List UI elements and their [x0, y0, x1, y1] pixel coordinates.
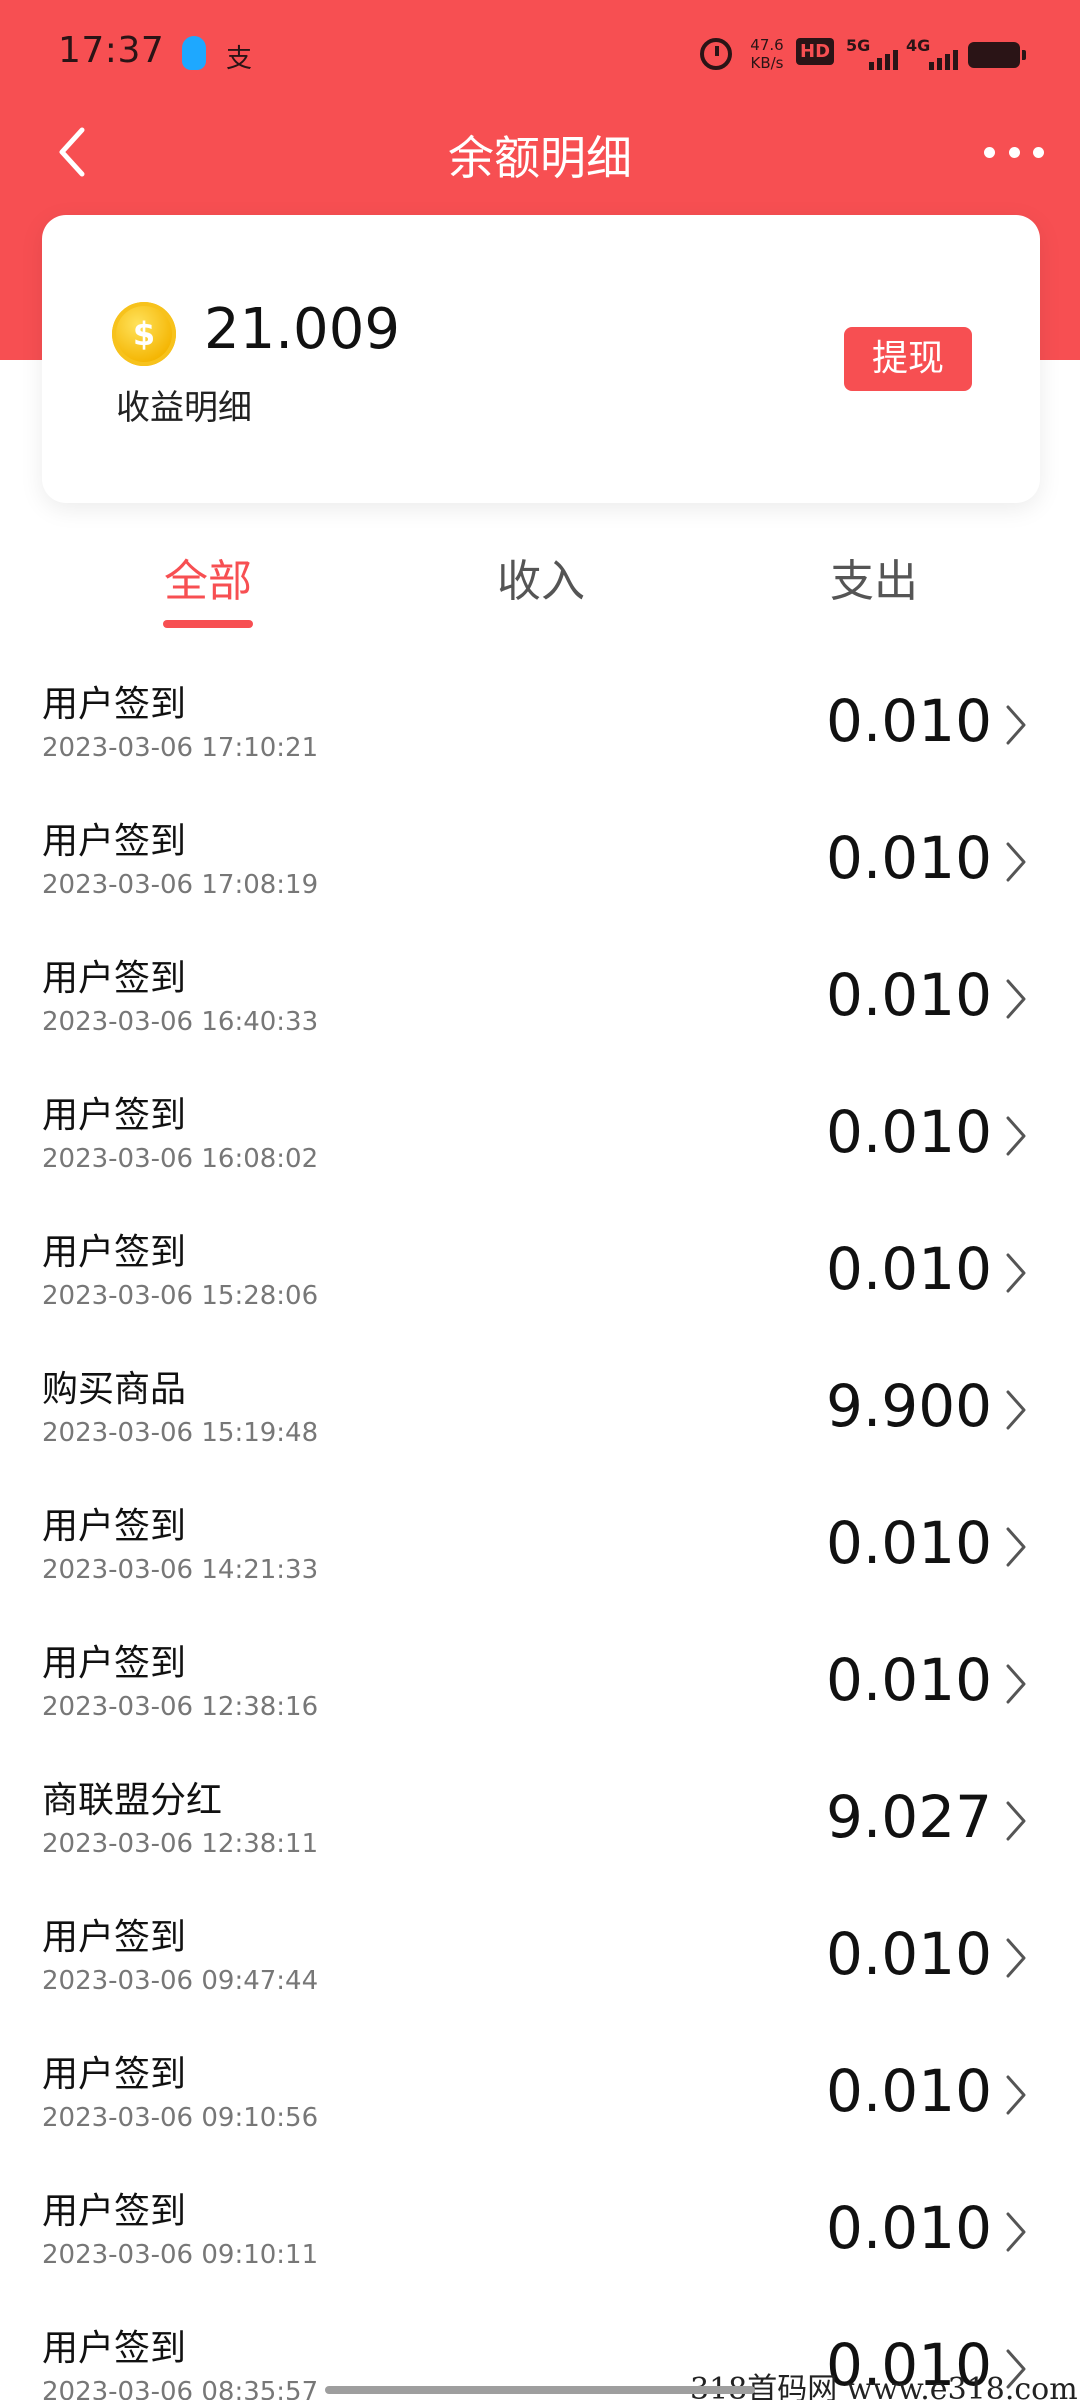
transaction-time: 2023-03-06 16:40:33: [42, 1007, 319, 1037]
chevron-right-icon: [1006, 2212, 1026, 2252]
tab-expense[interactable]: 支出: [774, 545, 974, 609]
transaction-amount: 0.010: [825, 2194, 992, 2262]
transaction-time: 2023-03-06 12:38:16: [42, 1692, 319, 1722]
transaction-row[interactable]: 用户签到 2023-03-06 16:08:02 0.010: [0, 1066, 1080, 1203]
signal-4g-label: 4G: [906, 36, 931, 55]
transaction-row[interactable]: 用户签到 2023-03-06 14:21:33 0.010: [0, 1477, 1080, 1614]
transaction-time: 2023-03-06 17:08:19: [42, 870, 319, 900]
balance-card: $ 21.009 收益明细 提现: [42, 215, 1040, 503]
transaction-title: 用户签到: [42, 958, 187, 999]
transaction-title: 用户签到: [42, 1917, 187, 1958]
transaction-amount: 0.010: [825, 1646, 992, 1714]
transaction-time: 2023-03-06 14:21:33: [42, 1555, 319, 1585]
watermark: 318首码网 www.e318.com: [690, 2372, 1078, 2400]
signal-5g-icon: 5G: [846, 36, 898, 70]
chevron-right-icon: [1006, 842, 1026, 882]
chevron-right-icon: [1006, 979, 1026, 1019]
transaction-list: 用户签到 2023-03-06 17:10:21 0.010 用户签到 2023-03-…: [0, 655, 1080, 2400]
more-horizontal-icon[interactable]: [984, 140, 1044, 164]
transaction-row[interactable]: 用户签到 2023-03-06 12:38:16 0.010: [0, 1614, 1080, 1751]
transaction-time: 2023-03-06 09:47:44: [42, 1966, 319, 1996]
transaction-title: 用户签到: [42, 2191, 187, 2232]
coin-icon: $: [112, 302, 176, 366]
chevron-right-icon: [1006, 1116, 1026, 1156]
transaction-amount: 0.010: [825, 961, 992, 1029]
hd-icon: HD: [796, 38, 835, 65]
alarm-icon: [700, 38, 732, 70]
transaction-title: 用户签到: [42, 1232, 187, 1273]
transaction-amount: 0.010: [825, 1509, 992, 1577]
status-time: 17:37: [58, 30, 165, 71]
transaction-time: 2023-03-06 15:19:48: [42, 1418, 319, 1448]
chevron-right-icon: [1006, 1938, 1026, 1978]
transaction-amount: 0.010: [825, 1098, 992, 1166]
transaction-row[interactable]: 用户签到 2023-03-06 17:08:19 0.010: [0, 792, 1080, 929]
net-speed-unit: KB/s: [750, 54, 784, 72]
transaction-amount: 9.027: [825, 1783, 992, 1851]
signal-4g-icon: 4G: [906, 36, 958, 70]
chevron-right-icon: [1006, 1253, 1026, 1293]
chevron-right-icon: [1006, 1664, 1026, 1704]
transaction-time: 2023-03-06 12:38:11: [42, 1829, 319, 1859]
net-speed-value: 47.6: [750, 36, 784, 54]
transaction-title: 用户签到: [42, 821, 187, 862]
transaction-time: 2023-03-06 08:35:57: [42, 2377, 319, 2400]
tab-all[interactable]: 全部: [108, 545, 308, 609]
transaction-row[interactable]: 用户签到 2023-03-06 17:10:21 0.010: [0, 655, 1080, 792]
transaction-row[interactable]: 用户签到 2023-03-06 09:10:56 0.010: [0, 2025, 1080, 2162]
chevron-right-icon: [1006, 1390, 1026, 1430]
transaction-title: 用户签到: [42, 1643, 187, 1684]
transaction-row[interactable]: 用户签到 2023-03-06 16:40:33 0.010: [0, 929, 1080, 1066]
transaction-title: 用户签到: [42, 684, 187, 725]
status-bar: 17:37 支 47.6 KB/s HD 5G 4G: [0, 0, 1080, 110]
transaction-amount: 0.010: [825, 1920, 992, 1988]
transaction-amount: 9.900: [825, 1372, 992, 1440]
transaction-row[interactable]: 用户签到 2023-03-06 09:10:11 0.010: [0, 2162, 1080, 2299]
transaction-amount: 0.010: [825, 1235, 992, 1303]
qq-icon: [182, 36, 206, 70]
transaction-title: 商联盟分红: [42, 1780, 223, 1821]
balance-label: 收益明细: [116, 388, 252, 428]
transaction-amount: 0.010: [825, 824, 992, 892]
transaction-row[interactable]: 商联盟分红 2023-03-06 12:38:11 9.027: [0, 1751, 1080, 1888]
withdraw-button[interactable]: 提现: [844, 327, 972, 391]
transaction-amount: 0.010: [825, 2057, 992, 2125]
coin-symbol: $: [132, 315, 156, 353]
signal-5g-label: 5G: [846, 36, 871, 55]
transaction-row[interactable]: 购买商品 2023-03-06 15:19:48 9.900: [0, 1340, 1080, 1477]
chevron-right-icon: [1006, 1527, 1026, 1567]
chevron-right-icon: [1006, 705, 1026, 745]
battery-icon: [968, 42, 1026, 68]
chevron-right-icon: [1006, 2075, 1026, 2115]
net-speed: 47.6 KB/s: [742, 36, 792, 72]
home-indicator[interactable]: [325, 2386, 755, 2394]
balance-amount: 21.009: [204, 297, 400, 362]
transaction-time: 2023-03-06 09:10:56: [42, 2103, 319, 2133]
transaction-title: 用户签到: [42, 1095, 187, 1136]
transaction-time: 2023-03-06 17:10:21: [42, 733, 319, 763]
transaction-time: 2023-03-06 09:10:11: [42, 2240, 319, 2270]
transaction-title: 购买商品: [42, 1369, 187, 1410]
transaction-amount: 0.010: [825, 687, 992, 755]
page-title: 余额明细: [448, 131, 632, 185]
transaction-time: 2023-03-06 15:28:06: [42, 1281, 319, 1311]
tab-indicator: [163, 620, 253, 628]
chevron-right-icon: [1006, 1801, 1026, 1841]
transaction-row[interactable]: 用户签到 2023-03-06 09:47:44 0.010: [0, 1888, 1080, 2025]
transaction-title: 用户签到: [42, 1506, 187, 1547]
transaction-title: 用户签到: [42, 2054, 187, 2095]
transaction-time: 2023-03-06 16:08:02: [42, 1144, 319, 1174]
alipay-icon: 支: [226, 44, 253, 74]
transaction-title: 用户签到: [42, 2328, 187, 2369]
tab-bar: 全部 收入 支出: [0, 535, 1080, 635]
transaction-row[interactable]: 用户签到 2023-03-06 15:28:06 0.010: [0, 1203, 1080, 1340]
tab-income[interactable]: 收入: [441, 545, 641, 609]
